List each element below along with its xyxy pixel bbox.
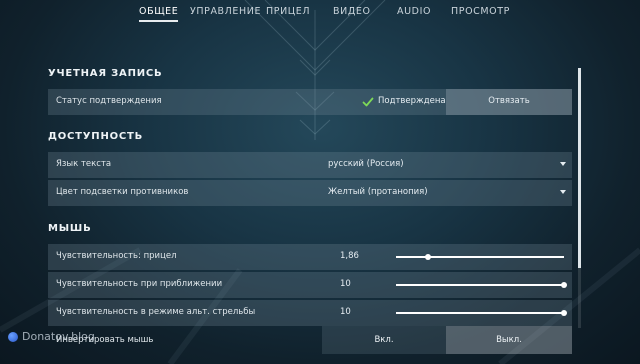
setting-row-text-language: Язык текста русский (Россия): [48, 152, 572, 178]
chevron-down-icon: [560, 190, 566, 194]
slider-knob[interactable]: [561, 310, 567, 316]
unbind-button-label: Отвязать: [488, 96, 530, 106]
confirmation-status: Подтверждена: [358, 89, 448, 115]
slider-knob[interactable]: [561, 282, 567, 288]
sensitivity-aim-value: 1,86: [340, 251, 359, 261]
sensitivity-zoom-value: 10: [340, 279, 351, 289]
setting-row-enemy-highlight: Цвет подсветки противников Желтый (прота…: [48, 180, 572, 206]
watermark-logo-icon: [8, 332, 18, 342]
top-nav: ОБЩЕЕ УПРАВЛЕНИЕ ПРИЦЕЛ ВИДЕО AUDIO ПРОС…: [0, 0, 640, 24]
tab-audio[interactable]: AUDIO: [397, 6, 431, 17]
check-icon: [362, 97, 374, 107]
enemy-highlight-value: Желтый (протанопия): [328, 187, 428, 197]
watermark-text: Donatov.blog: [22, 330, 95, 343]
section-title-account: УЧЕТНАЯ ЗАПИСЬ: [48, 68, 163, 79]
section-title-accessibility: ДОСТУПНОСТЬ: [48, 131, 144, 142]
tab-general[interactable]: ОБЩЕЕ: [139, 6, 179, 22]
sensitivity-zoom-slider[interactable]: [396, 282, 567, 288]
tab-view[interactable]: ПРОСМОТР: [451, 6, 510, 17]
text-language-label: Язык текста: [56, 159, 112, 169]
tab-video[interactable]: ВИДЕО: [333, 6, 371, 17]
sensitivity-alt-value: 10: [340, 307, 351, 317]
invert-mouse-on-label: Вкл.: [374, 335, 394, 345]
text-language-dropdown[interactable]: русский (Россия): [322, 152, 572, 178]
text-language-value: русский (Россия): [328, 159, 404, 169]
setting-row-confirmation: Статус подтверждения Подтверждена Отвяза…: [48, 89, 572, 115]
sensitivity-aim-slider[interactable]: [396, 254, 564, 260]
chevron-down-icon: [560, 162, 566, 166]
confirmation-status-value: Подтверждена: [378, 96, 446, 106]
tab-crosshair[interactable]: ПРИЦЕЛ: [266, 6, 310, 17]
invert-mouse-off-label: Выкл.: [496, 335, 522, 345]
unbind-button[interactable]: Отвязать: [446, 89, 572, 115]
enemy-highlight-dropdown[interactable]: Желтый (протанопия): [322, 180, 572, 206]
sensitivity-alt-label: Чувствительность в режиме альт. стрельбы: [56, 307, 256, 317]
slider-knob[interactable]: [424, 254, 431, 260]
sensitivity-zoom-label: Чувствительность при приближении: [56, 279, 223, 289]
setting-row-sensitivity-alt: Чувствительность в режиме альт. стрельбы…: [48, 300, 572, 326]
setting-row-sensitivity-zoom: Чувствительность при приближении 10: [48, 272, 572, 298]
confirmation-status-label: Статус подтверждения: [56, 96, 162, 106]
scrollbar[interactable]: [578, 68, 581, 328]
invert-mouse-on-button[interactable]: Вкл.: [322, 326, 446, 354]
scrollbar-thumb[interactable]: [578, 68, 581, 268]
invert-mouse-off-button[interactable]: Выкл.: [446, 326, 572, 354]
sensitivity-alt-slider[interactable]: [396, 310, 567, 316]
section-title-mouse: МЫШЬ: [48, 223, 92, 234]
tab-controls[interactable]: УПРАВЛЕНИЕ: [190, 6, 261, 17]
enemy-highlight-label: Цвет подсветки противников: [56, 187, 189, 197]
setting-row-sensitivity-aim: Чувствительность: прицел 1,86: [48, 244, 572, 270]
sensitivity-aim-label: Чувствительность: прицел: [56, 251, 177, 261]
setting-row-invert-mouse: Инвертировать мышь Вкл. Выкл.: [48, 326, 572, 354]
